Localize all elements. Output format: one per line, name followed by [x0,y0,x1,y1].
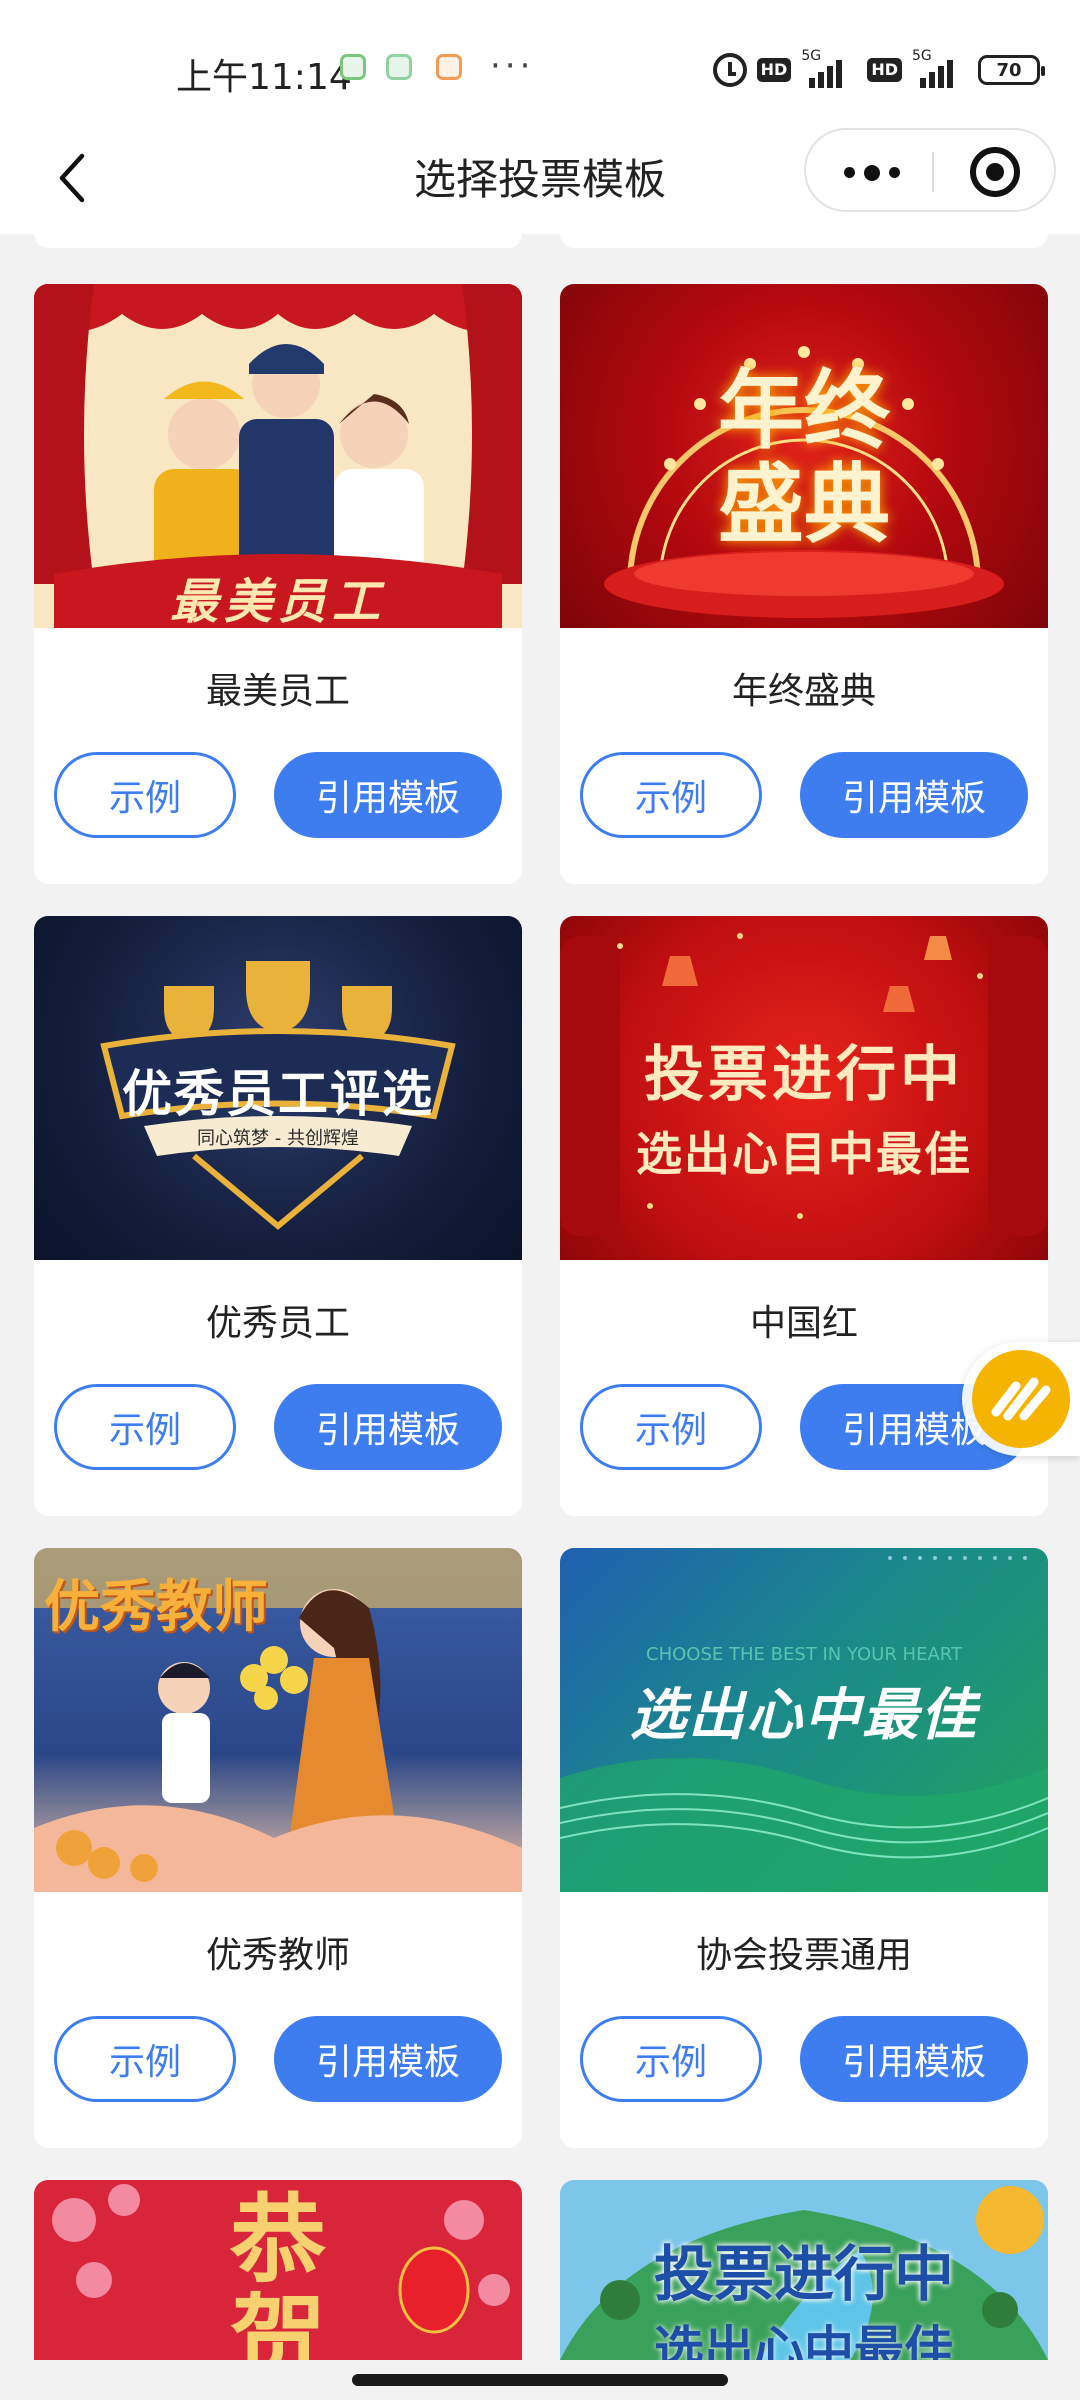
example-button[interactable]: 示例 [54,752,236,838]
template-banner-subtext: 同心筑梦 - 共创辉煌 [197,1128,359,1149]
miniprogram-capsule [804,128,1056,212]
template-banner-subtext: 选出心中最佳 [654,2321,954,2360]
template-image[interactable]: 优秀员工评选 同心筑梦 - 共创辉煌 [34,916,522,1260]
hd-badge: HD [756,58,792,82]
use-template-button[interactable]: 引用模板 [274,2016,502,2102]
battery-icon: 70 [978,55,1045,85]
more-icon[interactable] [842,154,902,190]
wechat-notification-icon [386,54,412,80]
use-template-button[interactable]: 引用模板 [274,752,502,838]
assistant-logo-icon [972,1350,1070,1448]
hd-badge: HD [867,58,902,82]
signal-icon: 5G [801,48,857,88]
template-card: 投票进行中 选出心中最佳 [560,2180,1048,2360]
template-banner-subtext: 选出心目中最佳 [636,1127,972,1181]
example-button[interactable]: 示例 [54,1384,236,1470]
notification-app-icon [340,54,366,80]
more-notifications-icon: ··· [490,46,535,86]
template-name: 协会投票通用 [695,1935,912,1976]
template-banner-text: 优秀教师 [44,1575,268,1640]
template-image[interactable]: 最美员工 [34,284,522,628]
template-banner-text: 选出心中最佳 [630,1683,978,1748]
template-banner-text: 最美员工 [169,574,386,628]
template-image[interactable]: 投票进行中 选出心中最佳 [560,2180,1048,2360]
capsule-divider [932,152,934,192]
template-name: 年终盛典 [731,671,876,712]
battery-level: 70 [996,59,1022,81]
template-image[interactable]: 优秀教师 [34,1548,522,1892]
signal-icon: 5G [912,48,968,88]
template-banner-text: 恭贺 [230,2184,326,2360]
template-name: 最美员工 [205,671,350,712]
home-indicator[interactable] [352,2374,728,2386]
template-image[interactable]: 年终盛典 [560,284,1048,628]
template-banner-text: 年终盛典 [718,361,890,555]
example-button[interactable]: 示例 [54,2016,236,2102]
example-button[interactable]: 示例 [580,2016,762,2102]
example-button[interactable]: 示例 [580,752,762,838]
status-time: 上午11:14 [176,57,352,98]
card-partial [560,234,1048,248]
template-image[interactable]: 投票进行中 选出心目中最佳 [560,916,1048,1260]
template-banner-subtext: CHOOSE THE BEST IN YOUR HEART [646,1644,962,1665]
floating-assistant-button[interactable] [962,1342,1080,1456]
use-template-button[interactable]: 引用模板 [274,1384,502,1470]
template-card: 最美员工 最美员工 示例 引用模板 [34,284,522,884]
template-name: 优秀员工 [205,1303,350,1344]
status-indicators: HD 5G HD 5G 70 [712,48,1045,90]
template-banner-text: 投票进行中 [644,1040,964,1110]
alarm-icon [712,53,747,87]
navigation-bar: 选择投票模板 [0,128,1080,234]
template-image[interactable]: 恭贺 [34,2180,522,2360]
card-partial [34,234,522,248]
template-card: 年终盛典 年终盛典 示例 引用模板 [560,284,1048,884]
template-banner-text: 投票进行中 [654,2240,954,2310]
template-name: 优秀教师 [205,1935,350,1976]
example-button[interactable]: 示例 [580,1384,762,1470]
template-name: 中国红 [749,1303,858,1344]
status-bar: 上午11:14 ··· HD 5G HD 5G 70 [0,0,1080,128]
template-banner-text: 优秀员工评选 [122,1065,434,1123]
close-miniprogram-icon[interactable] [970,147,1020,197]
notification-app-icon [436,54,462,80]
use-template-button[interactable]: 引用模板 [800,2016,1028,2102]
template-card: CHOOSE THE BEST IN YOUR HEART 选出心中最佳 协会投… [560,1548,1048,2148]
template-card: 优秀员工评选 同心筑梦 - 共创辉煌 优秀员工 示例 引用模板 [34,916,522,1516]
template-card: 优秀教师 优秀教师 示例 引用模板 [34,1548,522,2148]
use-template-button[interactable]: 引用模板 [800,752,1028,838]
template-card: 恭贺 [34,2180,522,2360]
template-image[interactable]: CHOOSE THE BEST IN YOUR HEART 选出心中最佳 [560,1548,1048,1892]
